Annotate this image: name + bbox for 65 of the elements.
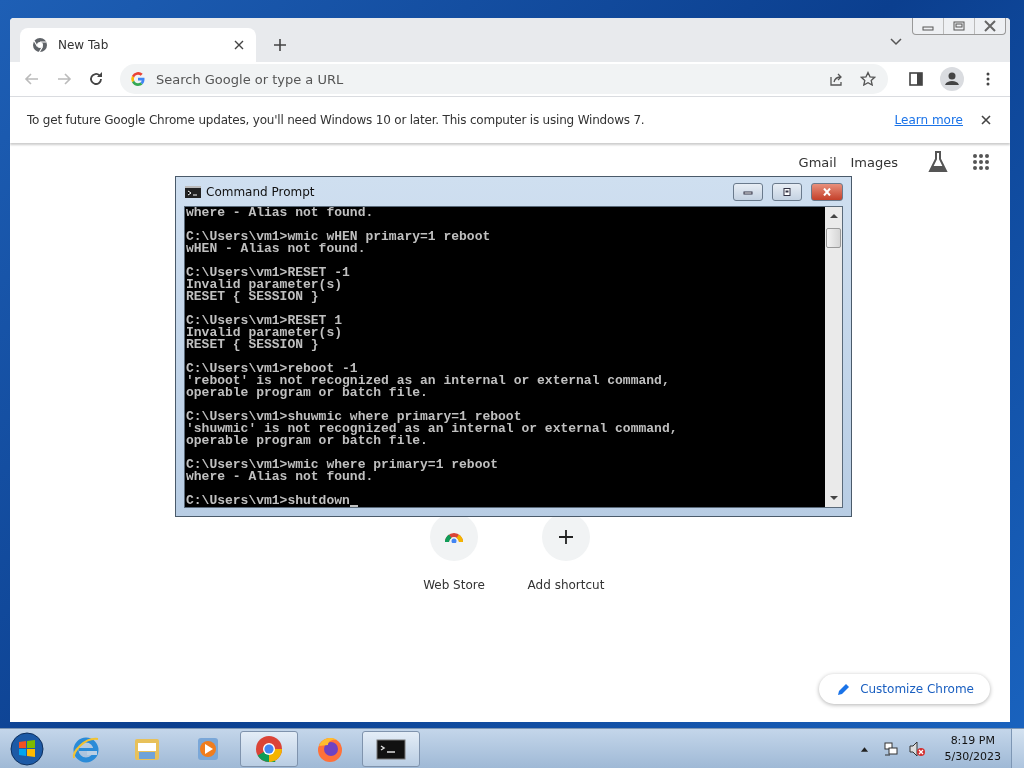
header-link[interactable]: Images (850, 154, 898, 170)
console-line: C:\Users\vm1>wmic wHEN primary=1 reboot (186, 231, 492, 243)
address-input[interactable]: Search Google or type a URL (156, 71, 818, 87)
plus-icon (558, 529, 574, 545)
apps-grid-icon[interactable] (972, 153, 990, 171)
console-line: operable program or batch file. (186, 435, 429, 447)
console-line: C:\Users\vm1>shuwmic where primary=1 reboot (186, 411, 523, 423)
new-tab-icon[interactable] (273, 38, 287, 52)
console-line: where - Alias not found. (186, 207, 375, 219)
customize-chrome-button[interactable]: Customize Chrome (819, 674, 990, 704)
header-link[interactable]: Gmail (798, 154, 837, 170)
google-icon (130, 71, 146, 87)
close-icon[interactable] (981, 115, 991, 125)
clock-time: 8:19 PM (950, 732, 995, 749)
console-line: 'shuwmic' is not recognized as an internal or external command, (186, 423, 679, 435)
profile-icon[interactable] (940, 67, 964, 91)
address-bar[interactable]: Search Google or type a URL (120, 64, 888, 94)
pencil-icon (837, 682, 852, 696)
scroll-thumb[interactable] (826, 228, 841, 248)
console-line: C:\Users\vm1>shutdown (186, 495, 350, 507)
show-hidden-icons-icon[interactable] (859, 745, 869, 752)
scroll-down-icon[interactable] (829, 496, 838, 501)
close-button[interactable] (811, 182, 843, 201)
console-line: where - Alias not found. (186, 471, 374, 483)
chrome-icon (254, 733, 284, 764)
console-line: Invalid parameter(s) (186, 327, 344, 339)
web-store-icon (444, 531, 464, 543)
console-line: C:\Users\vm1>reboot -1 (186, 363, 358, 375)
minimize-button[interactable] (733, 182, 763, 201)
console-line: operable program or batch file. (186, 387, 429, 399)
maximize-icon (781, 187, 793, 196)
clock-date: 5/30/2023 (944, 748, 1001, 765)
close-icon (821, 187, 833, 196)
console-line: C:\Users\vm1>RESET 1 (186, 315, 344, 327)
volume-muted-icon[interactable] (908, 740, 925, 757)
network-icon[interactable] (882, 740, 899, 757)
console-line: C:\Users\vm1>RESET -1 (186, 267, 351, 279)
infobar-message: To get future Google Chrome updates, you'll need Windows 10 or later. This computer is using Windows 7. (27, 113, 646, 127)
window-title: Command Prompt (206, 184, 315, 199)
console-line: wHEN - Alias not found. (186, 243, 366, 255)
learn-more-link[interactable]: Learn more (894, 113, 963, 127)
console-line: RESET { SESSION } (186, 291, 319, 303)
share-icon[interactable] (828, 71, 844, 87)
scroll-up-icon[interactable] (829, 213, 838, 218)
reload-icon[interactable] (88, 71, 104, 87)
console-line: RESET { SESSION } (186, 339, 319, 351)
star-icon[interactable] (860, 71, 876, 87)
side-panel-icon[interactable] (908, 71, 924, 87)
shortcut-label: Add shortcut (527, 578, 605, 592)
shortcut-label: Web Store (423, 578, 485, 592)
text-cursor (349, 505, 358, 507)
start-button[interactable] (10, 731, 44, 766)
window-controls[interactable] (912, 18, 1006, 35)
console-icon (185, 185, 201, 198)
maximize-button[interactable] (772, 182, 802, 201)
close-icon[interactable] (234, 40, 244, 50)
taskbar-app[interactable] (362, 730, 420, 767)
flask-icon[interactable] (928, 151, 948, 173)
console-line: C:\Users\vm1>wmic where primary=1 reboot (186, 459, 500, 471)
tab-search-icon[interactable] (890, 38, 902, 46)
clock[interactable]: 8:19 PM 5/30/2023 (944, 732, 1001, 765)
browser-tab[interactable]: New Tab (20, 28, 256, 62)
console-line: Invalid parameter(s) (186, 279, 344, 291)
console-line: 'reboot' is not recognized as an internal or external command, (186, 375, 671, 387)
scrollbar[interactable] (825, 207, 842, 507)
